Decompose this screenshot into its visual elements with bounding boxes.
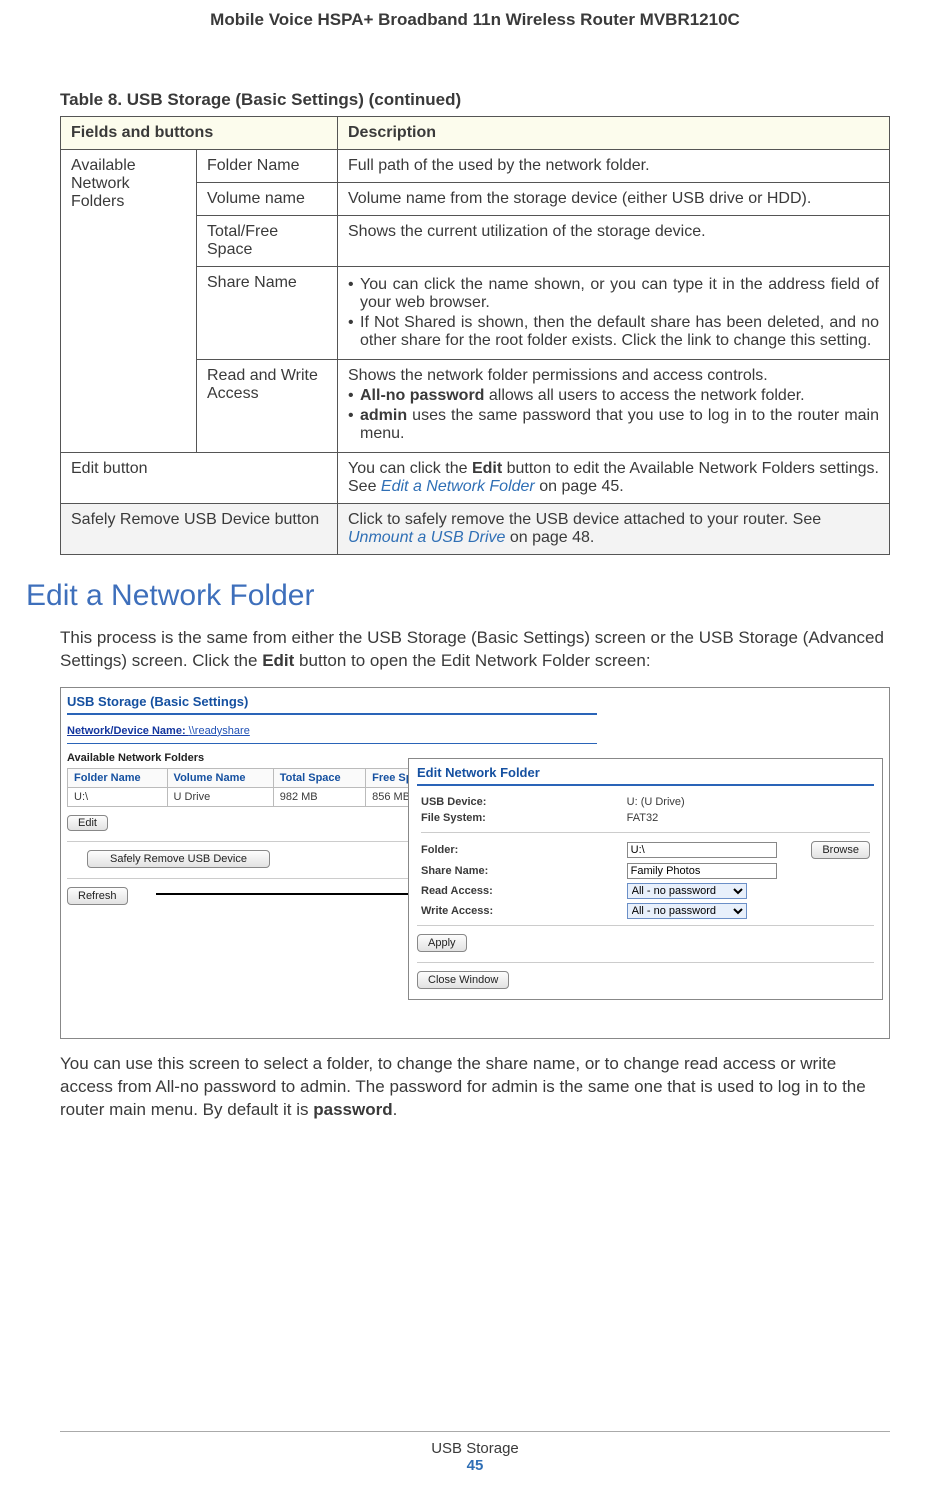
- cell-desc: Shows the network folder permissions and…: [338, 360, 890, 453]
- share-name-input[interactable]: [627, 863, 777, 879]
- edit-button[interactable]: Edit: [67, 815, 108, 831]
- hr-icon: [417, 962, 874, 963]
- hr-icon: [60, 1431, 890, 1432]
- th-fields: Fields and buttons: [61, 117, 338, 150]
- table-row: Safely Remove USB Device button Click to…: [61, 504, 890, 555]
- cell-desc: You can click the Edit button to edit th…: [338, 453, 890, 504]
- readyshare-link[interactable]: \\readyshare: [189, 725, 250, 737]
- cell-field: Total/Free Space: [197, 216, 338, 267]
- cell-field: Volume name: [197, 183, 338, 216]
- label-folder: Folder:: [421, 844, 458, 856]
- intro-line: Shows the network folder permissions and…: [348, 367, 879, 385]
- hr-icon: [67, 713, 597, 715]
- cell-desc: Click to safely remove the USB device at…: [338, 504, 890, 555]
- table-header-row: Fields and buttons Description: [61, 117, 890, 150]
- hr-icon: [67, 743, 597, 744]
- browse-button[interactable]: Browse: [811, 841, 870, 859]
- closing-paragraph: You can use this screen to select a fold…: [60, 1053, 890, 1122]
- col-header[interactable]: Volume Name: [167, 768, 273, 787]
- footer-chapter: USB Storage: [0, 1440, 950, 1457]
- table-row: Edit button You can click the Edit butto…: [61, 453, 890, 504]
- cell-desc: Volume name from the storage device (eit…: [338, 183, 890, 216]
- intro-paragraph: This process is the same from either the…: [60, 627, 890, 673]
- form-table: USB Device: U: (U Drive) File System: FA…: [417, 794, 874, 921]
- cell-field: Safely Remove USB Device button: [61, 504, 338, 555]
- section-heading: Edit a Network Folder: [26, 579, 890, 613]
- read-access-select[interactable]: All - no password: [627, 883, 747, 899]
- label-usb-device: USB Device:: [421, 796, 486, 808]
- close-window-button[interactable]: Close Window: [417, 971, 509, 989]
- label-read-access: Read Access:: [421, 885, 493, 897]
- col-header[interactable]: Folder Name: [68, 768, 168, 787]
- figure-edit-folder: USB Storage (Basic Settings) Network/Dev…: [60, 687, 890, 1039]
- panel-title-edit: Edit Network Folder: [417, 765, 874, 780]
- apply-button[interactable]: Apply: [417, 934, 467, 952]
- table-caption: Table 8. USB Storage (Basic Settings) (c…: [60, 90, 890, 110]
- bullet: All-no password allows all users to acce…: [348, 387, 879, 405]
- hr-icon: [421, 832, 870, 833]
- table-row: Available Network Folders Folder Name Fu…: [61, 150, 890, 183]
- cell-field: Share Name: [197, 267, 338, 360]
- hr-icon: [417, 784, 874, 786]
- cell-field: Read and Write Access: [197, 360, 338, 453]
- value-file-system: FAT32: [623, 810, 800, 826]
- edit-network-folder-panel: Edit Network Folder USB Device: U: (U Dr…: [408, 758, 883, 1000]
- refresh-button[interactable]: Refresh: [67, 887, 128, 905]
- footer-page-number: 45: [0, 1457, 950, 1474]
- cell: 982 MB: [273, 787, 365, 806]
- page-footer: USB Storage 45: [0, 1431, 950, 1474]
- col-header[interactable]: Total Space: [273, 768, 365, 787]
- cell-field: Folder Name: [197, 150, 338, 183]
- network-device-name: Network/Device Name: \\readyshare: [67, 725, 883, 737]
- doc-title: Mobile Voice HSPA+ Broadband 11n Wireles…: [60, 10, 890, 54]
- arrow-icon: [156, 893, 431, 895]
- cell-field: Edit button: [61, 453, 338, 504]
- safely-remove-button[interactable]: Safely Remove USB Device: [87, 850, 270, 868]
- cell-desc: Shows the current utilization of the sto…: [338, 216, 890, 267]
- bullet: If Not Shared is shown, then the default…: [348, 314, 879, 350]
- value-usb-device: U: (U Drive): [623, 794, 800, 810]
- label-file-system: File System:: [421, 812, 486, 824]
- cell: U Drive: [167, 787, 273, 806]
- th-desc: Description: [338, 117, 890, 150]
- label-share-name: Share Name:: [421, 865, 488, 877]
- label-write-access: Write Access:: [421, 905, 493, 917]
- cell-desc: Full path of the used by the network fol…: [338, 150, 890, 183]
- xref-link[interactable]: Unmount a USB Drive: [348, 529, 505, 546]
- hr-icon: [417, 925, 874, 926]
- xref-link[interactable]: Edit a Network Folder: [381, 478, 535, 495]
- panel-title-basic: USB Storage (Basic Settings): [67, 694, 883, 709]
- cell: U:\: [68, 787, 168, 806]
- bullet: You can click the name shown, or you can…: [348, 276, 879, 312]
- spec-table: Fields and buttons Description Available…: [60, 116, 890, 555]
- cell-desc: You can click the name shown, or you can…: [338, 267, 890, 360]
- group-anf: Available Network Folders: [61, 150, 197, 453]
- folder-input[interactable]: [627, 842, 777, 858]
- bullet: admin uses the same password that you us…: [348, 407, 879, 443]
- write-access-select[interactable]: All - no password: [627, 903, 747, 919]
